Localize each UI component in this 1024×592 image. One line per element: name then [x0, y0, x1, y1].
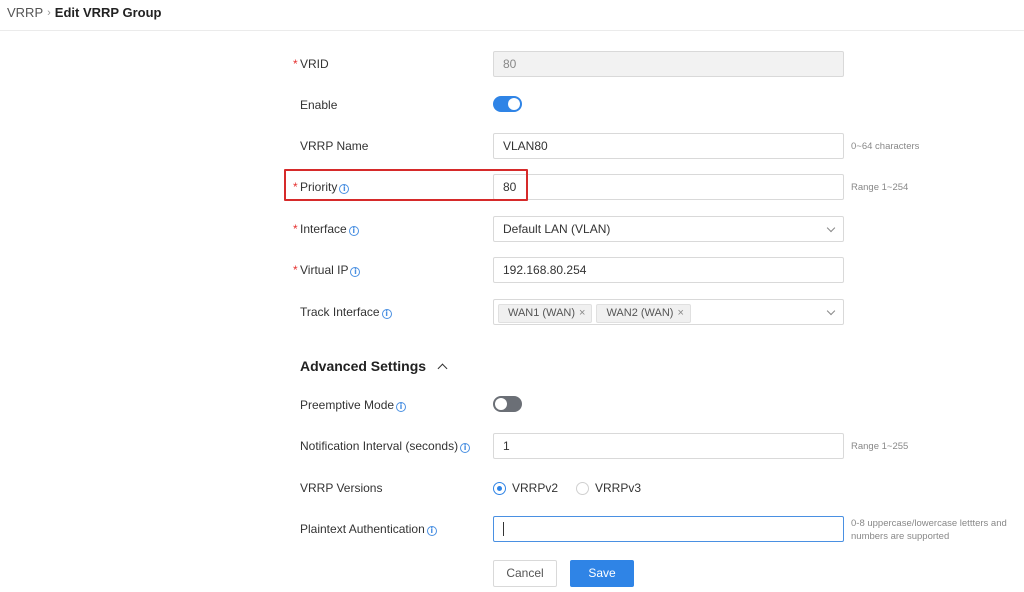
cancel-button[interactable]: Cancel	[493, 560, 557, 587]
required-marker: *	[293, 222, 298, 236]
breadcrumb: VRRP › Edit VRRP Group	[7, 5, 161, 20]
preemptive-mode-label: Preemptive Mode i	[300, 398, 407, 412]
plaintext-auth-hint: 0-8 uppercase/lowercase lettters and num…	[851, 518, 1007, 542]
breadcrumb-chevron-icon: ›	[47, 6, 51, 19]
vrrp-versions-label: VRRP Versions	[300, 481, 383, 495]
interface-row: * Interface i Default LAN (VLAN)	[0, 216, 1024, 242]
chevron-up-icon	[437, 363, 448, 373]
track-interface-label: Track Interface i	[300, 305, 392, 319]
vrrp-name-row: VRRP Name VLAN80 0~64 characters	[0, 133, 1024, 159]
tag-wan1: WAN1 (WAN) ×	[498, 304, 593, 323]
toggle-knob	[508, 98, 520, 110]
virtual-ip-row: * Virtual IP i 192.168.80.254	[0, 257, 1024, 283]
vrrpv2-label[interactable]: VRRPv2	[512, 481, 558, 495]
plaintext-auth-label: Plaintext Authentication i	[300, 522, 437, 536]
vrrpv2-radio[interactable]	[493, 481, 506, 495]
info-icon[interactable]: i	[426, 526, 437, 536]
required-marker: *	[293, 57, 298, 71]
plaintext-auth-row: Plaintext Authentication i 0-8 uppercase/…	[0, 516, 1024, 542]
notification-interval-input[interactable]: 1	[493, 433, 844, 459]
enable-row: Enable	[0, 92, 1024, 118]
priority-hint: Range 1~254	[851, 182, 909, 193]
remove-tag-icon[interactable]: ×	[677, 307, 683, 319]
preemptive-mode-row: Preemptive Mode i	[0, 392, 1024, 418]
virtual-ip-label: * Virtual IP i	[293, 263, 361, 277]
advanced-settings-header[interactable]: Advanced Settings	[300, 358, 448, 374]
toggle-knob	[495, 398, 507, 410]
info-icon[interactable]: i	[460, 443, 471, 453]
interface-label: * Interface i	[293, 222, 359, 236]
breadcrumb-vrrp-link[interactable]: VRRP	[7, 5, 43, 20]
vrrp-versions-radio-group: VRRPv2 VRRPv3	[493, 481, 659, 495]
save-button[interactable]: Save	[570, 560, 634, 587]
track-interface-row: Track Interface i WAN1 (WAN) × WAN2 (WAN) ×	[0, 299, 1024, 325]
page-title: Edit VRRP Group	[54, 5, 162, 20]
notification-interval-label: Notification Interval (seconds) i	[300, 439, 471, 453]
chevron-down-icon	[826, 223, 836, 233]
info-icon[interactable]: i	[396, 402, 407, 412]
interface-select[interactable]: Default LAN (VLAN)	[493, 216, 844, 242]
info-icon[interactable]: i	[381, 309, 392, 319]
notification-interval-hint: Range 1~255	[851, 441, 909, 452]
priority-highlight-box	[284, 169, 528, 201]
track-interface-select[interactable]: WAN1 (WAN) × WAN2 (WAN) ×	[493, 299, 844, 325]
plaintext-auth-input[interactable]	[493, 516, 844, 542]
vrrp-name-input[interactable]: VLAN80	[493, 133, 844, 159]
vrrp-name-hint: 0~64 characters	[851, 141, 920, 152]
virtual-ip-input[interactable]: 192.168.80.254	[493, 257, 844, 283]
preemptive-mode-toggle[interactable]	[493, 396, 522, 412]
notification-interval-row: Notification Interval (seconds) i 1 Range…	[0, 433, 1024, 459]
required-marker: *	[293, 263, 298, 277]
vrrpv3-label[interactable]: VRRPv3	[595, 481, 641, 495]
vrrp-versions-row: VRRP Versions VRRPv2 VRRPv3	[0, 475, 1024, 501]
info-icon[interactable]: i	[348, 226, 359, 236]
tag-wan2: WAN2 (WAN) ×	[596, 304, 691, 323]
priority-input[interactable]: 80	[493, 174, 844, 200]
vrid-label: * VRID	[293, 57, 329, 71]
chevron-down-icon	[826, 306, 836, 316]
advanced-settings-title: Advanced Settings	[300, 358, 427, 374]
vrid-field: 80	[493, 51, 844, 77]
text-caret	[503, 522, 504, 536]
interface-selected-value: Default LAN (VLAN)	[503, 222, 611, 236]
enable-toggle[interactable]	[493, 96, 522, 112]
vrrp-name-label: VRRP Name	[300, 139, 369, 153]
vrrpv3-radio[interactable]	[576, 481, 590, 495]
top-bar: VRRP › Edit VRRP Group	[0, 0, 1024, 31]
remove-tag-icon[interactable]: ×	[579, 307, 585, 319]
info-icon[interactable]: i	[350, 267, 361, 277]
vrid-row: * VRID 80	[0, 51, 1024, 77]
enable-label: Enable	[300, 98, 338, 112]
